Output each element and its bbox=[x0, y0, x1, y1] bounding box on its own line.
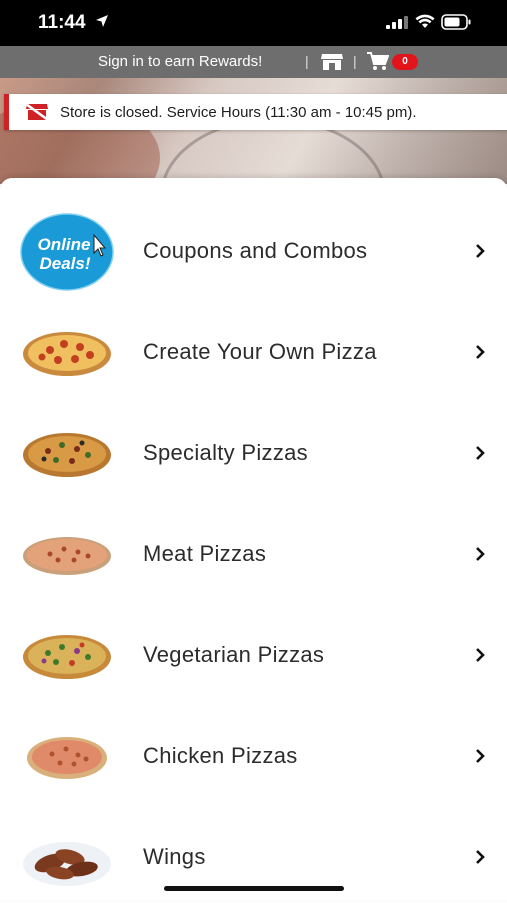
chevron-right-icon bbox=[476, 345, 485, 359]
cart-icon[interactable] bbox=[367, 52, 389, 71]
menu-item-label: Specialty Pizzas bbox=[143, 440, 308, 465]
menu-item-label: Chicken Pizzas bbox=[143, 743, 298, 768]
menu-item-create-your-own-pizza[interactable]: Create Your Own Pizza bbox=[0, 314, 507, 415]
cellular-signal-icon bbox=[386, 16, 408, 29]
menu-item-specialty-pizzas[interactable]: Specialty Pizzas bbox=[0, 415, 507, 516]
menu-item-label: Meat Pizzas bbox=[143, 541, 267, 566]
sign-in-rewards-link[interactable]: Sign in to earn Rewards! bbox=[98, 53, 262, 70]
location-arrow-icon bbox=[96, 15, 108, 27]
deals-badge-line1: Online bbox=[38, 235, 91, 254]
chevron-right-icon bbox=[476, 648, 485, 662]
store-closed-icon bbox=[25, 103, 49, 121]
menu-item-label: Vegetarian Pizzas bbox=[143, 642, 325, 667]
pepperoni-pizza-icon bbox=[23, 332, 111, 376]
header-separator: | bbox=[353, 53, 357, 69]
wings-icon bbox=[23, 842, 111, 886]
online-deals-badge-icon: Online Deals! bbox=[20, 213, 114, 291]
chevron-right-icon bbox=[476, 446, 485, 460]
cart-count-badge[interactable]: 0 bbox=[392, 54, 418, 70]
menu-item-coupons-and-combos[interactable]: Online Deals! Coupons and Combos bbox=[0, 213, 507, 314]
menu-item-chicken-pizzas[interactable]: Chicken Pizzas bbox=[0, 718, 507, 819]
status-bar: 11:44 bbox=[0, 0, 507, 46]
wifi-icon bbox=[415, 14, 435, 28]
meat-pizza-icon bbox=[23, 537, 111, 575]
menu-category-list: Online Deals! Coupons and Combos Create … bbox=[0, 178, 507, 900]
chevron-right-icon bbox=[476, 547, 485, 561]
chevron-right-icon bbox=[476, 244, 485, 258]
menu-item-label: Wings bbox=[143, 844, 206, 869]
store-icon[interactable] bbox=[320, 53, 344, 71]
deals-badge-line2: Deals! bbox=[39, 254, 90, 273]
menu-item-vegetarian-pizzas[interactable]: Vegetarian Pizzas bbox=[0, 617, 507, 718]
chevron-right-icon bbox=[476, 850, 485, 864]
menu-item-label: Create Your Own Pizza bbox=[143, 339, 377, 364]
store-closed-banner: Store is closed. Service Hours (11:30 am… bbox=[4, 94, 507, 130]
header-separator: | bbox=[305, 53, 309, 69]
battery-icon bbox=[441, 14, 471, 30]
menu-item-label: Coupons and Combos bbox=[143, 238, 368, 263]
chevron-right-icon bbox=[476, 749, 485, 763]
status-time: 11:44 bbox=[38, 12, 86, 33]
home-indicator[interactable] bbox=[164, 886, 344, 891]
menu-item-meat-pizzas[interactable]: Meat Pizzas bbox=[0, 516, 507, 617]
chicken-pizza-icon bbox=[27, 737, 107, 779]
top-header-bar: Sign in to earn Rewards! | | 0 bbox=[0, 46, 507, 78]
specialty-pizza-icon bbox=[23, 433, 111, 477]
store-closed-message: Store is closed. Service Hours (11:30 am… bbox=[60, 104, 417, 121]
vegetarian-pizza-icon bbox=[23, 635, 111, 679]
menu-item-wings[interactable]: Wings bbox=[0, 819, 507, 920]
